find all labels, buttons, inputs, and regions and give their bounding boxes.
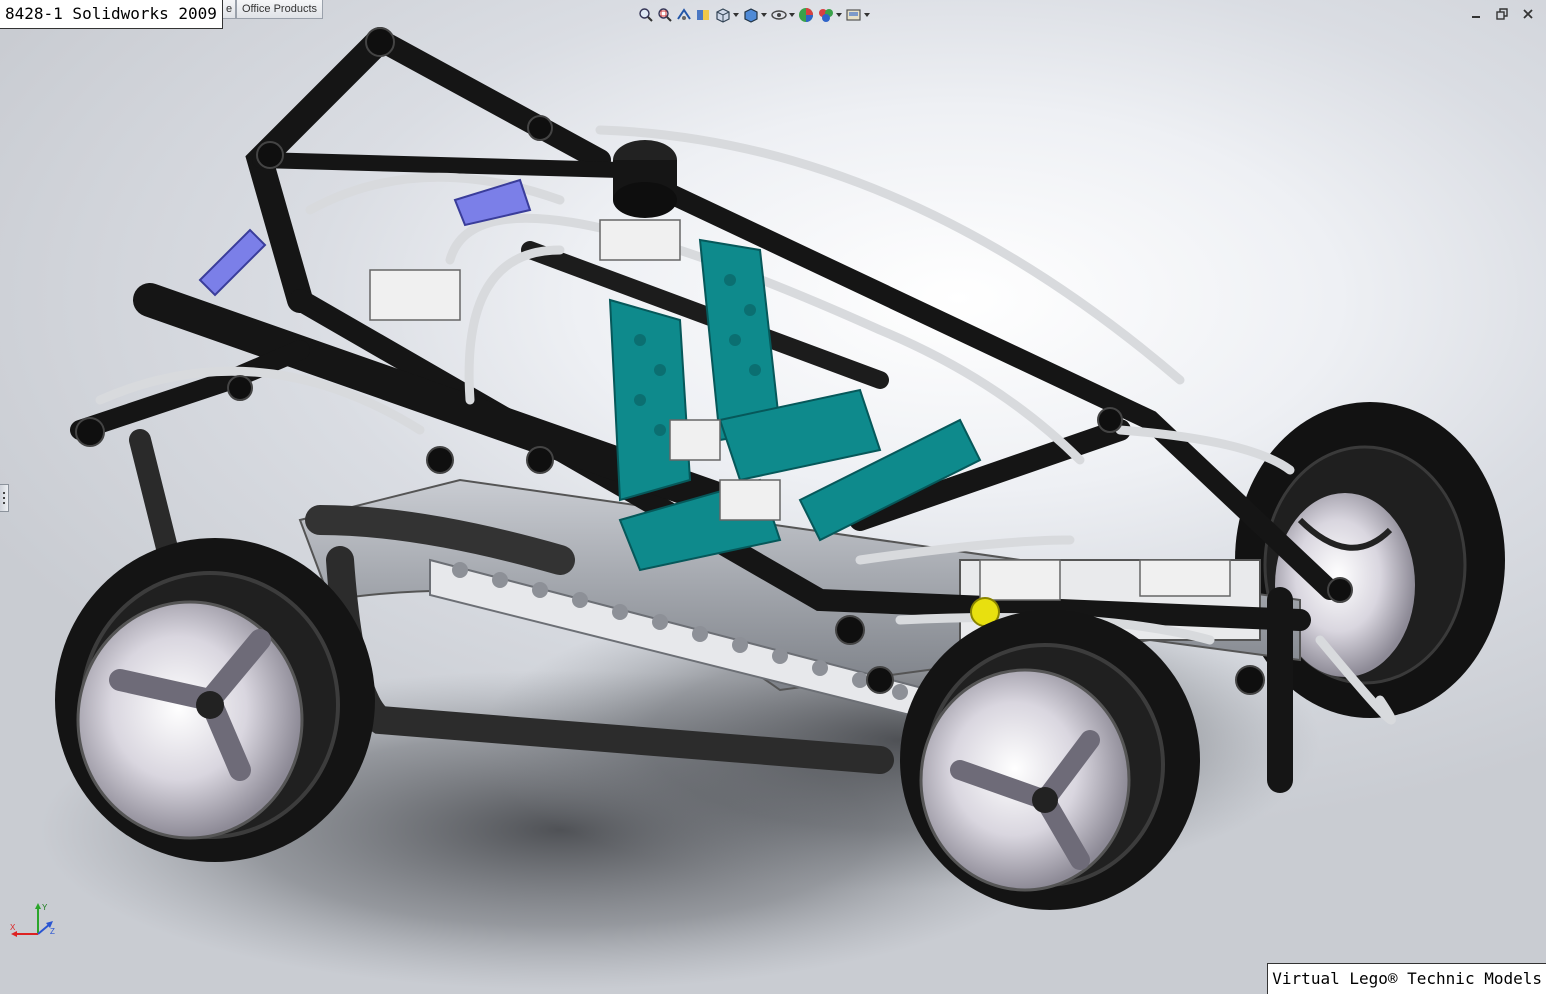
edit-appearance-button[interactable] (798, 5, 814, 25)
hide-show-items-button[interactable] (770, 5, 795, 25)
window-controls (1468, 6, 1536, 22)
display-style-icon (744, 8, 758, 23)
tab-partial[interactable]: e (222, 0, 236, 19)
close-icon (1523, 9, 1533, 19)
section-view-button[interactable] (695, 5, 711, 25)
view-settings-icon (846, 9, 861, 21)
chevron-down-icon (760, 5, 767, 25)
close-button[interactable] (1520, 6, 1536, 22)
view-settings-button[interactable] (845, 5, 870, 25)
chevron-down-icon (732, 5, 739, 25)
zoom-to-fit-icon (639, 8, 653, 22)
restore-icon (1496, 8, 1508, 20)
wheel-front-right[interactable] (900, 610, 1200, 910)
tab-strip: e Office Products (222, 0, 323, 19)
feature-manager-collapse-handle[interactable] (0, 484, 9, 512)
tab-office-products[interactable]: Office Products (236, 0, 323, 19)
view-orientation-icon (716, 8, 730, 23)
reference-triad: Y Z X (10, 903, 55, 937)
view-orientation-button[interactable] (714, 5, 739, 25)
edit-appearance-icon (799, 8, 813, 22)
triad-label-y: Y (42, 903, 48, 912)
chevron-down-icon (863, 5, 870, 25)
title-overlay: 8428-1 Solidworks 2009 (0, 0, 223, 29)
section-view-icon (697, 10, 709, 20)
triad-label-z: Z (50, 927, 55, 936)
cad-model-viewport[interactable] (0, 0, 1546, 994)
previous-view-icon (677, 8, 691, 20)
zoom-to-fit-button[interactable] (638, 5, 654, 25)
apply-scene-button[interactable] (817, 5, 842, 25)
purple-pins (198, 178, 532, 297)
restore-button[interactable] (1494, 6, 1510, 22)
minimize-icon (1472, 16, 1480, 18)
hide-show-items-icon (771, 10, 787, 20)
chevron-down-icon (788, 5, 795, 25)
minimize-button[interactable] (1468, 6, 1484, 22)
zoom-to-area-button[interactable] (657, 5, 673, 25)
display-style-button[interactable] (742, 5, 767, 25)
heads-up-view-toolbar (638, 4, 870, 26)
triad-label-x: X (10, 923, 16, 932)
chevron-down-icon (835, 5, 842, 25)
zoom-to-area-icon (658, 8, 672, 22)
apply-scene-icon (819, 9, 833, 22)
previous-view-button[interactable] (676, 5, 692, 25)
caption-overlay: Virtual Lego® Technic Models (1267, 963, 1546, 994)
steering-hub (613, 140, 677, 218)
wheel-front-left[interactable] (55, 538, 375, 862)
